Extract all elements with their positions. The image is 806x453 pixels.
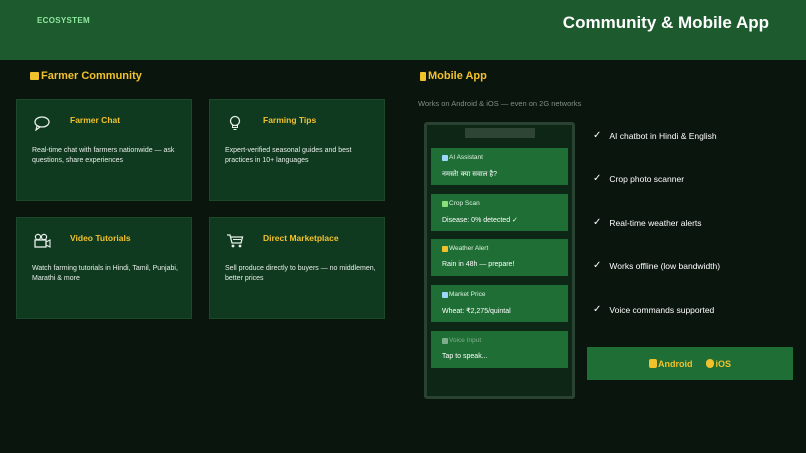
card-description: Expert-verified seasonal guides and best…	[225, 147, 352, 164]
cart-icon	[227, 234, 244, 248]
mobile-subtitle: Works on Android & iOS — even on 2G netw…	[418, 99, 582, 108]
android-label: Android	[657, 358, 693, 369]
phone-card-title: Crop Scan	[442, 200, 480, 207]
phone-card-title-text: AI Assistant	[449, 154, 483, 161]
leaf-icon	[442, 200, 448, 207]
microphone-icon	[442, 337, 448, 344]
feature-item: ✓ Works offline (low bandwidth)	[593, 260, 720, 271]
check-icon: ✓	[593, 173, 602, 184]
phone-card-title-text: Voice Input	[449, 337, 482, 344]
feature-item: ✓ AI chatbot in Hindi & English	[593, 130, 717, 141]
card-title: Farmer Chat	[70, 115, 121, 125]
robot-icon	[442, 154, 448, 161]
phone-card-title-text: Crop Scan	[449, 200, 480, 207]
phone-card-crop-scan[interactable]: Crop Scan Disease: 0% detected ✓	[431, 194, 568, 231]
android-icon	[648, 359, 657, 368]
community-title-text: Farmer Community	[41, 70, 142, 82]
phone-mockup: AI Assistant नमस्ते! क्या सवाल है? Crop …	[424, 122, 575, 399]
card-description: Real-time chat with farmers nationwide —…	[32, 147, 175, 164]
phone-notch	[465, 128, 535, 138]
feature-text: AI chatbot in Hindi & English	[609, 130, 717, 141]
mobile-section-title: Mobile App	[420, 70, 487, 82]
ios-label: iOS	[715, 358, 731, 369]
check-icon: ✓	[593, 260, 602, 271]
phone-card-body: Rain in 48h — prepare!	[442, 261, 515, 268]
phone-card-market-price[interactable]: Market Price Wheat: ₹2,275/quintal	[431, 285, 568, 322]
card-description: Sell produce directly to buyers — no mid…	[225, 265, 376, 282]
mobile-title-text: Mobile App	[428, 70, 487, 82]
card-title: Video Tutorials	[70, 233, 131, 243]
community-section-title: Farmer Community	[30, 70, 142, 82]
apple-icon	[706, 359, 715, 368]
android-download-button[interactable]: Android	[648, 358, 693, 369]
page-title: Community & Mobile App	[562, 13, 769, 32]
phone-card-title: Market Price	[442, 291, 485, 298]
feature-text: Voice commands supported	[609, 304, 715, 315]
phone-icon	[420, 71, 426, 81]
feature-text: Crop photo scanner	[609, 173, 685, 184]
phone-card-body: Wheat: ₹2,275/quintal	[442, 308, 511, 315]
feature-item: ✓ Voice commands supported	[593, 304, 714, 315]
feature-text: Works offline (low bandwidth)	[609, 260, 721, 271]
chat-bubble-icon	[34, 116, 50, 131]
phone-card-ai-assistant[interactable]: AI Assistant नमस्ते! क्या सवाल है?	[431, 148, 568, 185]
people-icon	[30, 72, 39, 80]
feature-item: ✓ Crop photo scanner	[593, 173, 684, 184]
card-video-tutorials[interactable]: Video Tutorials Watch farming tutorials …	[16, 217, 192, 319]
phone-card-voice-input[interactable]: Voice Input Tap to speak...	[431, 331, 568, 368]
card-title: Direct Marketplace	[263, 233, 339, 243]
check-icon: ✓	[593, 217, 602, 228]
ios-download-button[interactable]: iOS	[706, 359, 731, 369]
phone-card-title: Weather Alert	[442, 245, 488, 252]
video-camera-icon	[34, 233, 51, 248]
card-direct-marketplace[interactable]: Direct Marketplace Sell produce directly…	[209, 217, 385, 319]
phone-card-body: Tap to speak...	[442, 353, 488, 360]
feature-item: ✓ Real-time weather alerts	[593, 217, 702, 228]
phone-card-title-text: Weather Alert	[449, 245, 489, 252]
card-farmer-chat[interactable]: Farmer Chat Real-time chat with farmers …	[16, 99, 192, 201]
phone-card-title: Voice Input	[442, 337, 481, 344]
feature-text: Real-time weather alerts	[609, 217, 702, 228]
phone-card-body: नमस्ते! क्या सवाल है?	[442, 171, 497, 178]
phone-card-title-text: Market Price	[449, 291, 486, 298]
card-description: Watch farming tutorials in Hindi, Tamil,…	[32, 265, 178, 282]
eyebrow-label: ECOSYSTEM	[37, 16, 90, 25]
check-icon: ✓	[593, 130, 602, 141]
header-banner: ECOSYSTEM Community & Mobile App	[0, 0, 806, 60]
phone-card-title: AI Assistant	[442, 154, 483, 161]
lightbulb-icon	[229, 115, 241, 130]
phone-card-body: Disease: 0% detected ✓	[442, 217, 518, 224]
download-bar: Android iOS	[587, 347, 793, 380]
card-farming-tips[interactable]: Farming Tips Expert-verified seasonal gu…	[209, 99, 385, 201]
chart-icon	[442, 291, 448, 298]
phone-card-weather-alert[interactable]: Weather Alert Rain in 48h — prepare!	[431, 239, 568, 276]
check-icon: ✓	[593, 304, 602, 315]
card-title: Farming Tips	[263, 115, 317, 125]
cloud-icon	[442, 245, 448, 252]
